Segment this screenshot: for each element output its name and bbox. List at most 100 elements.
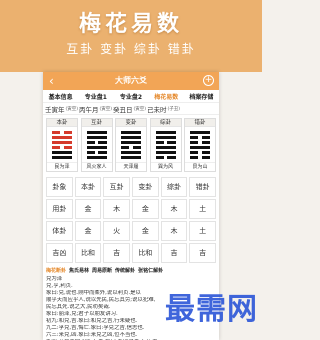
ganzhi-date-line: 壬寅年 (寅空) 丙午月 (寅空) 癸丑日 (寅空) 己未时 (子丑) xyxy=(43,103,219,115)
hexagram-header: 互卦 xyxy=(81,119,112,127)
interpretation-tabs: 梅花断卦 焦氏易林 周易原断 传统解卦 张铭仁解卦 xyxy=(46,267,216,274)
yang-line xyxy=(155,131,176,134)
table-cell: 本卦 xyxy=(74,177,102,197)
yin-line xyxy=(121,146,141,149)
tab-pro-chart-2[interactable]: 专业盘2 xyxy=(113,92,148,101)
table-cell: 土 xyxy=(189,221,216,241)
table-cell: 综卦 xyxy=(160,177,188,197)
banner-subtitle: 互卦 变卦 综卦 错卦 xyxy=(66,42,196,56)
yang-line xyxy=(155,146,176,149)
row-header-cell: 吉凶 xyxy=(46,243,73,263)
subtab-jiaoshi-yilin[interactable]: 焦氏易林 xyxy=(69,267,89,274)
table-cell: 木 xyxy=(103,199,130,219)
site-watermark: 最需网 xyxy=(165,292,258,327)
table-cell: 火 xyxy=(103,221,130,241)
yang-line xyxy=(86,131,107,134)
day-void: (寅空) xyxy=(133,106,147,112)
interpretation-line: 兑为泽 xyxy=(46,276,63,282)
table-cell: 金 xyxy=(74,221,102,241)
hexagram-card[interactable]: 变卦 天泽履 xyxy=(115,118,147,172)
yin-line xyxy=(155,141,176,144)
yin-line xyxy=(86,141,107,144)
yang-line xyxy=(52,136,72,139)
hexagram-lines xyxy=(190,131,210,159)
month-pillar: 丙午月 xyxy=(79,105,99,114)
table-cell: 金 xyxy=(74,199,102,219)
year-pillar: 壬寅年 xyxy=(45,105,65,114)
tab-meihua[interactable]: 梅花易数 xyxy=(149,92,184,101)
yin-line xyxy=(52,131,72,134)
hexagram-row: 本卦 民为泽 互卦 风火家人 变卦 天泽履 综卦 巽为风 错卦 艮为山 xyxy=(43,115,219,172)
yin-line xyxy=(86,151,107,154)
table-cell: 互卦 xyxy=(103,177,130,197)
subtab-traditional[interactable]: 传统解卦 xyxy=(115,267,135,274)
hexagram-lines xyxy=(86,131,107,159)
hexagram-card[interactable]: 互卦 风火家人 xyxy=(80,118,113,172)
hexagram-name: 风火家人 xyxy=(81,162,112,171)
day-pillar: 癸丑日 xyxy=(113,105,133,114)
hexagram-name: 巽为风 xyxy=(150,162,181,171)
yang-line xyxy=(121,156,141,159)
hexagram-name: 民为泽 xyxy=(47,162,77,171)
yang-line xyxy=(86,156,107,159)
add-icon[interactable]: + xyxy=(203,75,214,86)
yang-line xyxy=(155,151,176,154)
table-cell: 变卦 xyxy=(131,177,159,197)
table-cell: 比和 xyxy=(131,243,159,263)
month-void: (寅空) xyxy=(99,106,113,112)
banner-title: 梅花易数 xyxy=(78,11,183,37)
tab-archive[interactable]: 档案存储 xyxy=(184,92,219,101)
yang-line xyxy=(190,146,210,149)
table-cell: 吉 xyxy=(160,243,188,263)
hour-pillar: 己未时 xyxy=(147,105,167,114)
table-cell: 金 xyxy=(131,221,159,241)
hexagram-card[interactable]: 综卦 巽为风 xyxy=(149,118,182,172)
app-topbar: ‹ 大师六爻 + xyxy=(43,72,219,90)
row-header-cell: 体卦 xyxy=(46,221,73,241)
yang-line xyxy=(121,136,141,139)
hexagram-header: 本卦 xyxy=(47,119,77,127)
hexagram-header: 变卦 xyxy=(116,119,146,127)
table-cell: 土 xyxy=(189,199,216,219)
yang-line xyxy=(121,151,141,154)
hexagram-lines xyxy=(155,131,176,159)
promo-banner: 梅花易数 互卦 变卦 综卦 错卦 xyxy=(0,0,262,72)
hexagram-card[interactable]: 错卦 艮为山 xyxy=(184,118,216,172)
hexagram-header: 综卦 xyxy=(150,119,181,127)
table-cell: 比和 xyxy=(74,243,102,263)
yin-line xyxy=(52,146,72,149)
interpretation-line: 六三:来兑,凶.象曰:来兑之凶,位不当也. xyxy=(46,332,138,338)
hexagram-name: 艮为山 xyxy=(185,162,215,171)
element-table: 卦象 本卦 互卦 变卦 综卦 错卦 用卦金木金木土体卦金火金木土吉凶 比和吉比和吉吉 xyxy=(46,177,216,263)
table-cell: 吉 xyxy=(103,243,130,263)
yin-line xyxy=(190,151,210,154)
tab-bar: 基本信息 专业盘1 专业盘2 梅花易数 档案存储 xyxy=(43,90,219,103)
tab-pro-chart-1[interactable]: 专业盘1 xyxy=(78,92,113,101)
table-cell: 吉 xyxy=(189,243,216,263)
yang-line xyxy=(86,146,107,149)
yin-line xyxy=(190,141,210,144)
yang-line xyxy=(121,131,141,134)
yang-line xyxy=(52,141,72,144)
hexagram-name: 天泽履 xyxy=(116,162,146,171)
subtab-zhouyi-original[interactable]: 周易原断 xyxy=(92,267,112,274)
hexagram-card[interactable]: 本卦 民为泽 xyxy=(46,118,78,172)
tab-basic-info[interactable]: 基本信息 xyxy=(43,92,78,101)
table-cell: 错卦 xyxy=(189,177,216,197)
row-header-cell: 用卦 xyxy=(46,199,73,219)
table-cell: 木 xyxy=(160,221,188,241)
table-cell: 木 xyxy=(160,199,188,219)
table-cell: 金 xyxy=(131,199,159,219)
yin-line xyxy=(190,136,210,139)
hour-void: (子丑) xyxy=(167,106,181,112)
subtab-meihua-reading[interactable]: 梅花断卦 xyxy=(46,267,66,274)
yang-line xyxy=(86,136,107,139)
yang-line xyxy=(52,151,72,154)
yin-line xyxy=(155,156,176,159)
yang-line xyxy=(155,136,176,139)
subtab-zhang-mingren[interactable]: 张铭仁解卦 xyxy=(138,267,163,274)
row-header-cell: 卦象 xyxy=(46,177,73,197)
year-void: (寅空) xyxy=(65,106,79,112)
hexagram-lines xyxy=(121,131,141,159)
hexagram-header: 错卦 xyxy=(185,119,215,127)
